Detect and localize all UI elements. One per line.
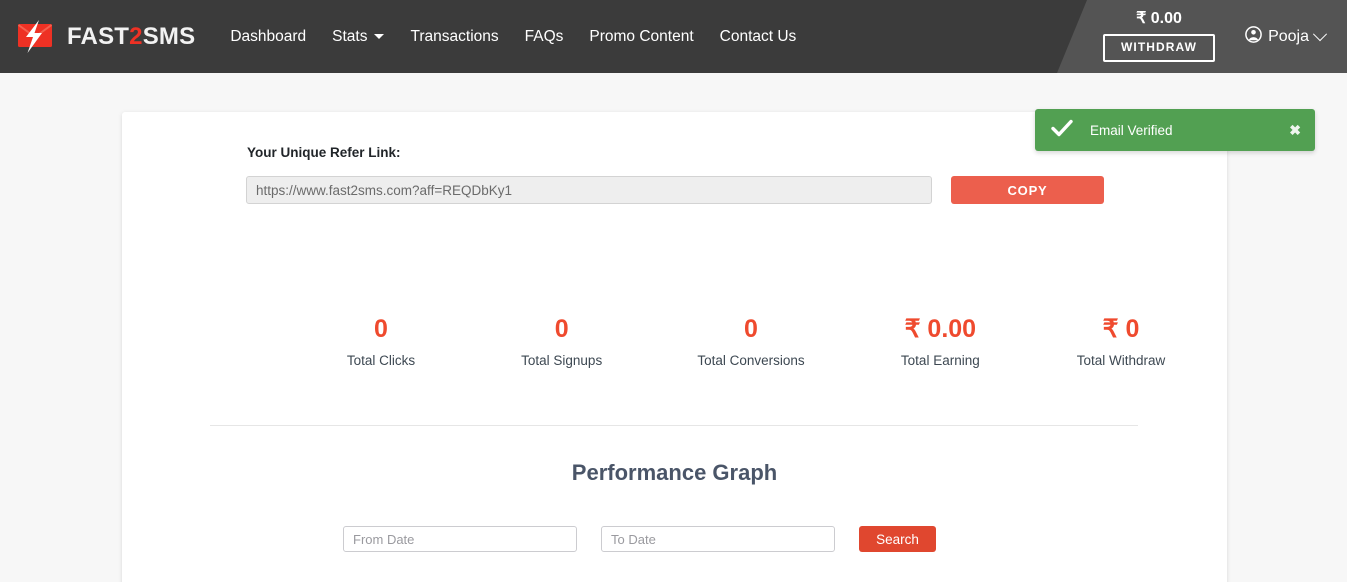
nav-item-transactions[interactable]: Transactions	[397, 20, 511, 54]
refer-link-label: Your Unique Refer Link:	[247, 145, 401, 160]
primary-nav: Dashboard Stats Transactions FAQs Promo …	[217, 20, 809, 54]
stat-label-total-conversions: Total Conversions	[697, 352, 805, 368]
brand-prefix: FAST	[67, 22, 130, 50]
balance-block: ₹ 0.00 WITHDRAW	[1102, 10, 1216, 62]
stat-value-total-withdraw: ₹ 0	[1102, 315, 1140, 343]
nav-link-stats[interactable]: Stats	[319, 20, 397, 54]
stat-label-total-signups: Total Signups	[521, 352, 603, 368]
stat-total-clicks: 0 Total Clicks	[336, 315, 426, 368]
nav-link-dashboard[interactable]: Dashboard	[217, 20, 319, 54]
nav-item-stats[interactable]: Stats	[319, 20, 397, 54]
refer-link-input[interactable]	[246, 176, 932, 204]
user-name-label: Pooja	[1268, 27, 1309, 45]
caret-down-icon	[374, 34, 385, 39]
stat-value-total-earning: ₹ 0.00	[904, 315, 977, 343]
referral-dashboard-card: Your Unique Refer Link: COPY 0 Total Cli…	[122, 112, 1227, 582]
stat-value-total-conversions: 0	[744, 315, 758, 343]
stat-total-signups: 0 Total Signups	[517, 315, 607, 368]
brand-suffix: SMS	[142, 22, 196, 50]
page-body: Your Unique Refer Link: COPY 0 Total Cli…	[0, 73, 1347, 582]
lightning-envelope-logo-icon	[17, 19, 59, 54]
stat-label-total-withdraw: Total Withdraw	[1076, 352, 1166, 368]
graph-date-filter-row: Search	[343, 526, 936, 552]
top-navbar: FAST2SMS Dashboard Stats Transactions FA…	[0, 0, 1347, 73]
nav-label-promo-content: Promo Content	[589, 27, 694, 45]
nav-item-promo-content[interactable]: Promo Content	[576, 20, 706, 54]
stat-total-withdraw: ₹ 0 Total Withdraw	[1076, 315, 1166, 368]
refer-link-row: COPY	[246, 176, 1104, 204]
copy-button[interactable]: COPY	[951, 176, 1104, 204]
search-button[interactable]: Search	[859, 526, 936, 552]
nav-link-faqs[interactable]: FAQs	[512, 20, 577, 54]
check-icon	[1050, 116, 1074, 145]
nav-link-transactions[interactable]: Transactions	[397, 20, 511, 54]
to-date-input[interactable]	[601, 526, 835, 552]
from-date-input[interactable]	[343, 526, 577, 552]
user-circle-icon	[1245, 25, 1262, 48]
stat-value-total-signups: 0	[554, 315, 569, 343]
nav-label-dashboard: Dashboard	[230, 27, 307, 45]
toast-message: Email Verified	[1090, 122, 1173, 138]
nav-label-stats: Stats	[332, 27, 368, 45]
nav-item-contact-us[interactable]: Contact Us	[707, 20, 810, 54]
section-divider	[210, 425, 1138, 426]
nav-link-contact-us[interactable]: Contact Us	[707, 20, 810, 54]
stat-total-earning: ₹ 0.00 Total Earning	[895, 315, 985, 368]
nav-link-promo-content[interactable]: Promo Content	[576, 20, 706, 54]
wallet-balance: ₹ 0.00	[1136, 10, 1182, 28]
stat-value-total-clicks: 0	[374, 315, 388, 343]
stat-label-total-clicks: Total Clicks	[346, 352, 416, 368]
navbar-right-section: ₹ 0.00 WITHDRAW Pooja	[1102, 0, 1347, 73]
withdraw-button[interactable]: WITHDRAW	[1102, 34, 1216, 62]
email-verified-toast: Email Verified ✖	[1035, 109, 1315, 151]
brand-logo-link[interactable]: FAST2SMS	[17, 19, 195, 54]
close-icon[interactable]: ✖	[1289, 123, 1301, 137]
user-menu[interactable]: Pooja	[1245, 25, 1328, 48]
nav-item-dashboard[interactable]: Dashboard	[217, 20, 319, 54]
nav-label-transactions: Transactions	[410, 27, 499, 45]
chevron-down-icon	[1312, 26, 1328, 41]
brand-name: FAST2SMS	[67, 23, 195, 51]
nav-item-faqs[interactable]: FAQs	[512, 20, 577, 54]
nav-label-faqs: FAQs	[524, 27, 564, 45]
brand-accent: 2	[129, 22, 143, 50]
nav-label-contact-us: Contact Us	[719, 27, 797, 45]
performance-graph-title: Performance Graph	[571, 460, 778, 485]
referral-stats-row: 0 Total Clicks 0 Total Signups 0 Total C…	[336, 315, 1166, 368]
stat-total-conversions: 0 Total Conversions	[697, 315, 804, 368]
stat-label-total-earning: Total Earning	[900, 352, 980, 368]
